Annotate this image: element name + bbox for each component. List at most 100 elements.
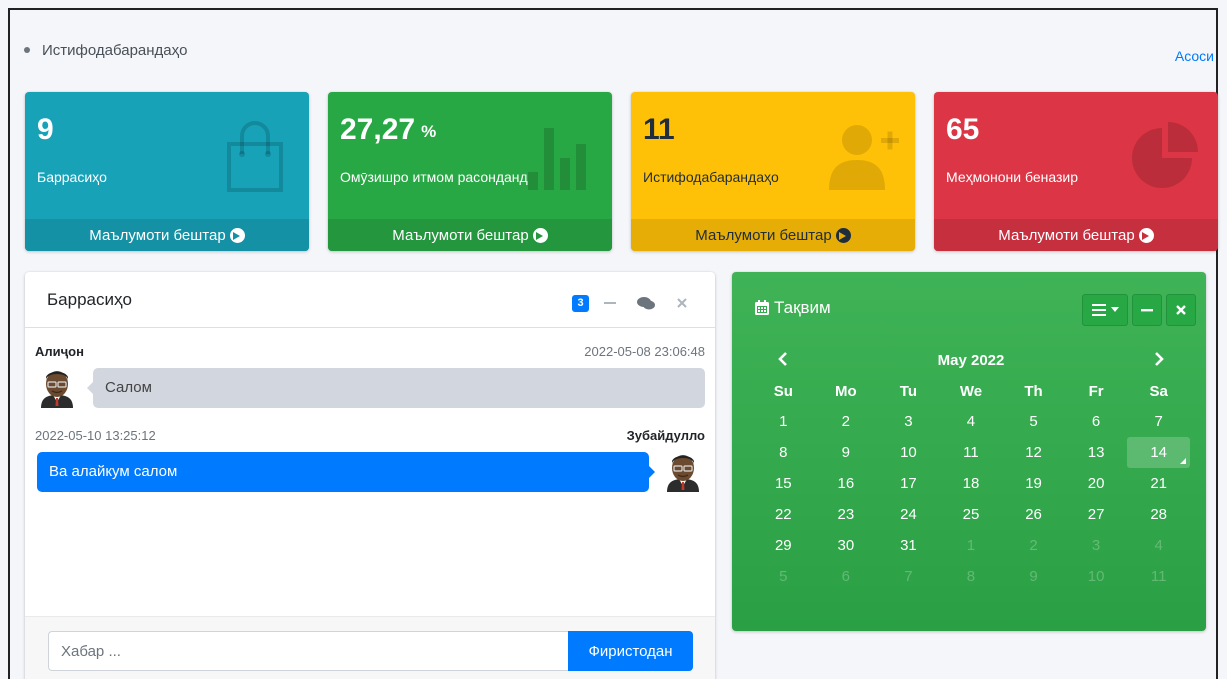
comments-icon	[637, 297, 655, 310]
contacts-button[interactable]	[631, 292, 661, 314]
calendar-day-other-month[interactable]: 5	[752, 561, 815, 592]
message-bubble: Ва алайкум салом	[37, 452, 655, 492]
calendar-week: 1234567	[752, 406, 1190, 437]
stat-more-info-link[interactable]: Маълумоти бештар	[25, 219, 309, 251]
next-month-button[interactable]	[1128, 350, 1190, 371]
calendar-day[interactable]: 12	[1002, 437, 1065, 468]
calendar-day-other-month[interactable]: 10	[1065, 561, 1128, 592]
calendar-day[interactable]: 7	[1127, 406, 1190, 437]
calendar-day[interactable]: 4	[940, 406, 1003, 437]
more-info-label: Маълумоти бештар	[392, 226, 529, 244]
message-timestamp: 2022-05-08 23:06:48	[584, 344, 705, 359]
calendar-day[interactable]: 15	[752, 468, 815, 499]
calendar-day[interactable]: 20	[1065, 468, 1128, 499]
calendar-day-other-month[interactable]: 7	[877, 561, 940, 592]
calendar-day[interactable]: 6	[1065, 406, 1128, 437]
calendar-card: Тақвим May 2022 Su Mo Tu We Th Fr Sa 1 2…	[732, 272, 1206, 631]
stat-more-info-link[interactable]: Маълумоти бештар	[328, 219, 612, 251]
calendar-day[interactable]: 13	[1065, 437, 1128, 468]
message-info: Алиҷон 2022-05-08 23:06:48	[35, 344, 705, 359]
stat-label: Баррасиҳо	[37, 169, 107, 185]
calendar-day[interactable]: 16	[815, 468, 878, 499]
stat-value: 27,27%	[340, 113, 437, 146]
calendar-day[interactable]: 21	[1127, 468, 1190, 499]
remove-button[interactable]	[1166, 294, 1196, 326]
message-bubble: Салом	[87, 368, 705, 408]
message-input[interactable]	[48, 631, 568, 671]
stat-value: 65	[946, 113, 980, 146]
calendar-day-other-month[interactable]: 6	[815, 561, 878, 592]
calendar-day[interactable]: 1	[752, 406, 815, 437]
calendar-nav: May 2022	[752, 344, 1190, 376]
calendar-day[interactable]: 23	[815, 499, 878, 530]
calendar-menu-dropdown[interactable]	[1082, 294, 1128, 326]
calendar-day[interactable]: 31	[877, 530, 940, 561]
stat-more-info-link[interactable]: Маълумоти бештар	[631, 219, 915, 251]
calendar-day[interactable]: 19	[1002, 468, 1065, 499]
breadcrumb-bullet	[24, 47, 30, 53]
calendar-day[interactable]: 22	[752, 499, 815, 530]
avatar	[41, 371, 73, 408]
bars-icon	[1091, 304, 1106, 316]
collapse-button[interactable]	[595, 292, 625, 314]
minus-icon	[1141, 309, 1153, 312]
calendar-day[interactable]: 24	[877, 499, 940, 530]
caret-down-icon	[1110, 307, 1119, 312]
calendar-day[interactable]: 25	[940, 499, 1003, 530]
content-wrapper: Истифодабарандаҳо Асоси 9 Баррасиҳо Маъл…	[8, 8, 1218, 679]
calendar-day[interactable]: 10	[877, 437, 940, 468]
new-messages-badge: 3	[572, 294, 589, 312]
weekday-label: Fr	[1088, 382, 1104, 400]
calendar-day[interactable]: 17	[877, 468, 940, 499]
collapse-button[interactable]	[1132, 294, 1162, 326]
calendar-datepicker: May 2022 Su Mo Tu We Th Fr Sa 1 2 3 4 5 6 7 8 9 10 11 12 1…	[752, 344, 1190, 592]
calendar-day[interactable]: 11	[940, 437, 1003, 468]
prev-month-button[interactable]	[752, 350, 814, 371]
more-info-label: Маълумоти бештар	[695, 226, 832, 244]
send-button[interactable]: Фиристодан	[568, 631, 693, 671]
breadcrumb-home-link[interactable]: Асоси	[1175, 48, 1214, 64]
calendar-day-other-month[interactable]: 2	[1002, 530, 1065, 561]
stat-box-completed: 27,27% Омӯзишро итмом расонданд Маълумот…	[328, 92, 612, 251]
minus-icon	[604, 302, 616, 304]
calendar-day[interactable]: 27	[1065, 499, 1128, 530]
calendar-day[interactable]: 26	[1002, 499, 1065, 530]
stats-row: 9 Баррасиҳо Маълумоти бештар 27,27% Омӯз…	[25, 92, 1220, 260]
calendar-day[interactable]: 3	[877, 406, 940, 437]
chevron-right-icon	[1155, 351, 1164, 366]
calendar-day-other-month[interactable]: 1	[940, 530, 1003, 561]
calendar-day[interactable]: 29	[752, 530, 815, 561]
chat-card-tools: 3	[572, 292, 697, 314]
stat-box-visitors: 65 Меҳмонони беназир Маълумоти бештар	[934, 92, 1218, 251]
stat-box-reviews: 9 Баррасиҳо Маълумоти бештар	[25, 92, 309, 251]
more-info-label: Маълумоти бештар	[89, 226, 226, 244]
calendar-day-today[interactable]: 14	[1127, 437, 1190, 468]
calendar-day-other-month[interactable]: 11	[1127, 561, 1190, 592]
message-author: Зубайдулло	[626, 428, 705, 443]
calendar-day[interactable]: 5	[1002, 406, 1065, 437]
calendar-day[interactable]: 2	[815, 406, 878, 437]
stat-more-info-link[interactable]: Маълумоти бештар	[934, 219, 1218, 251]
avatar	[667, 455, 699, 492]
calendar-day[interactable]: 30	[815, 530, 878, 561]
calendar-day-other-month[interactable]: 9	[1002, 561, 1065, 592]
calendar-day-other-month[interactable]: 8	[940, 561, 1003, 592]
weekday-label: Tu	[899, 382, 918, 400]
weekday-label: Mo	[835, 382, 857, 400]
remove-button[interactable]	[667, 292, 697, 314]
message-timestamp: 2022-05-10 13:25:12	[35, 428, 156, 443]
weekday-label: We	[959, 382, 983, 400]
stat-box-users: 11 Истифодабарандаҳо Маълумоти бештар	[631, 92, 915, 251]
calendar-day[interactable]: 9	[815, 437, 878, 468]
calendar-tools	[1082, 294, 1196, 326]
calendar-day[interactable]: 28	[1127, 499, 1190, 530]
calendar-day-other-month[interactable]: 4	[1127, 530, 1190, 561]
direct-chat-card: Баррасиҳо 3 Алиҷон 2022-05-08 23:06:48 С…	[25, 272, 715, 679]
month-switch[interactable]: May 2022	[814, 352, 1128, 369]
calendar-day-other-month[interactable]: 3	[1065, 530, 1128, 561]
stat-value: 9	[37, 113, 54, 146]
calendar-day[interactable]: 8	[752, 437, 815, 468]
arrow-circle-right-icon	[1138, 227, 1154, 243]
arrow-circle-right-icon	[835, 227, 851, 243]
calendar-day[interactable]: 18	[940, 468, 1003, 499]
